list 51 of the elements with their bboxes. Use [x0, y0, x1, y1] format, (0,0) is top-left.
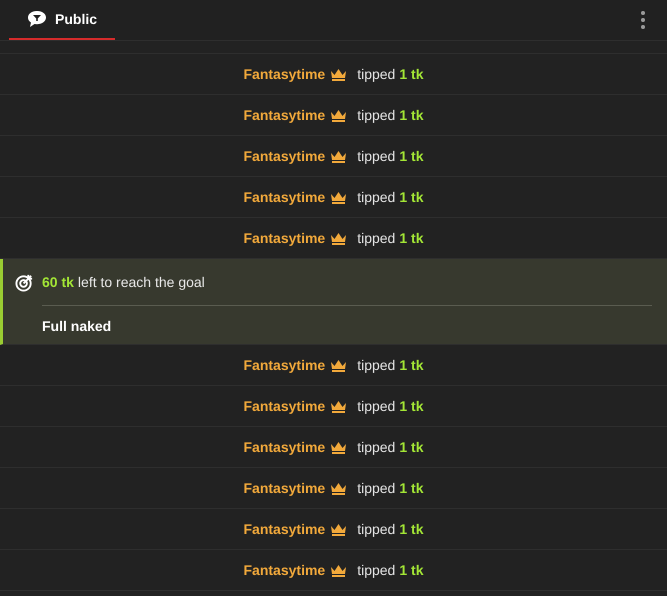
tip-text: tipped — [357, 396, 396, 416]
tip-text: tipped — [357, 438, 396, 457]
username: Fantasytime — [244, 188, 326, 207]
tip-text: tipped — [357, 146, 396, 166]
crown-icon — [330, 482, 348, 494]
username: Fantasytime — [244, 228, 326, 248]
username: Fantasytime — [244, 356, 326, 375]
goal-text: left to reach the goal — [78, 272, 205, 292]
tip-text: tipped — [357, 228, 396, 248]
chat-bubble-icon — [27, 10, 47, 28]
more-options-icon[interactable] — [641, 11, 647, 29]
username: Fantasytime — [244, 438, 326, 457]
tip-amount: 1 tk — [399, 356, 424, 374]
crown-icon — [330, 108, 348, 122]
tip-amount: 1 tk — [399, 64, 424, 84]
crown-icon — [330, 522, 348, 536]
crown-icon — [330, 358, 348, 372]
tip-amount: 1 tk — [399, 106, 424, 124]
tip-amount: 1 tk — [399, 520, 424, 538]
tip-text: tipped — [357, 188, 396, 207]
tip-amount: 1 tk — [399, 228, 424, 248]
crown-icon — [330, 150, 348, 162]
username: Fantasytime — [244, 146, 326, 166]
tip-amount: 1 tk — [399, 188, 424, 206]
tip-amount: 1 tk — [399, 396, 424, 416]
crown-icon — [330, 400, 348, 412]
tip-text: tipped — [357, 478, 396, 498]
crown-icon — [330, 440, 348, 454]
goal-amount: 60 tk — [42, 272, 74, 292]
tip-amount: 1 tk — [399, 478, 424, 498]
tip-text: tipped — [357, 106, 396, 125]
tip-amount: 1 tk — [399, 146, 424, 166]
tip-amount: 1 tk — [399, 438, 424, 456]
tip-text: tipped — [357, 356, 396, 375]
crown-icon — [330, 564, 348, 576]
username: Fantasytime — [244, 64, 326, 84]
tip-text: tipped — [357, 560, 396, 580]
tip-text: tipped — [357, 64, 396, 84]
username: Fantasytime — [244, 560, 326, 580]
tip-text: tipped — [357, 520, 396, 539]
goal-title: Full naked — [42, 317, 112, 336]
crown-icon — [330, 190, 348, 204]
username: Fantasytime — [244, 106, 326, 125]
crown-icon — [330, 68, 348, 80]
target-icon — [15, 272, 34, 292]
username: Fantasytime — [244, 396, 326, 416]
crown-icon — [330, 232, 348, 244]
username: Fantasytime — [244, 520, 326, 539]
username: Fantasytime — [244, 478, 326, 498]
public-tab[interactable]: Public — [9, 0, 116, 40]
tip-amount: 1 tk — [399, 560, 424, 580]
